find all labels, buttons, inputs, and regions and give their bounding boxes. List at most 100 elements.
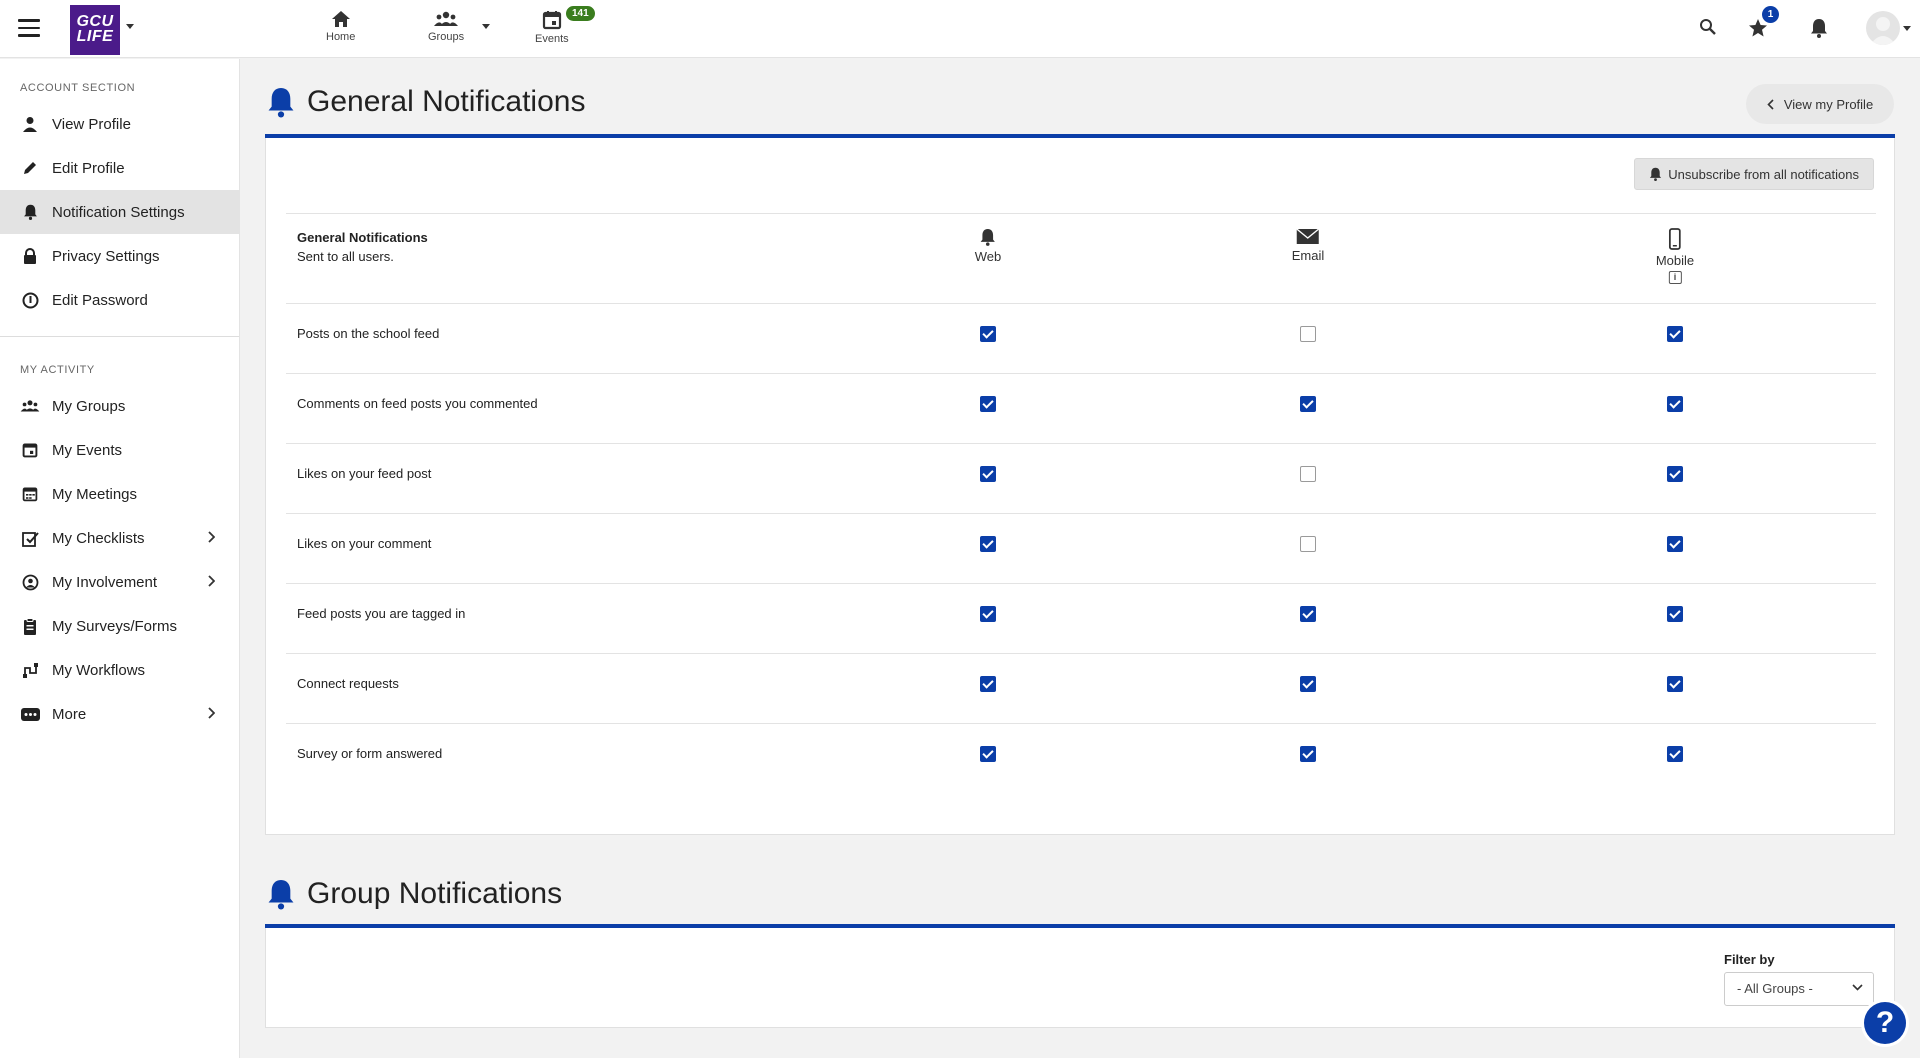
column-email: Email [1292,228,1324,263]
sidebar-item-my-meetings[interactable]: My Meetings [0,472,239,516]
favorites-star-icon[interactable] [1748,18,1768,43]
sidebar-item-label: My Groups [52,397,126,415]
calendar-icon [542,11,561,30]
notification-rows: Posts on the school feed Comments on feed… [286,303,1876,793]
sidebar-item-privacy-settings[interactable]: Privacy Settings [0,234,239,278]
sidebar-item-more[interactable]: More [0,692,239,736]
group-filter-value: - All Groups - [1737,981,1813,996]
web-checkbox[interactable] [980,396,996,412]
groups-caret-down-icon[interactable] [482,24,490,29]
nav-home[interactable]: Home [326,10,355,43]
sidebar-item-label: Privacy Settings [52,247,160,265]
activity-section-title: MY ACTIVITY [20,364,95,376]
nav-events-label: Events [535,33,569,45]
sidebar-item-my-surveys-forms[interactable]: My Surveys/Forms [0,604,239,648]
home-icon [331,11,350,27]
notifications-table: General Notifications Sent to all users.… [286,213,1876,793]
column-mobile: Mobile i [1656,228,1694,284]
table-row: Connect requests [286,653,1876,723]
web-checkbox[interactable] [980,606,996,622]
user-avatar[interactable] [1866,11,1900,45]
sidebar-item-label: My Checklists [52,529,145,547]
sidebar-item-my-involvement[interactable]: My Involvement [0,560,239,604]
web-checkbox[interactable] [980,676,996,692]
notifications-bell-icon[interactable] [1810,18,1828,43]
group-notifications-card [265,928,1895,1028]
mobile-checkbox[interactable] [1667,396,1683,412]
avatar-placeholder-icon [1870,17,1896,45]
web-checkbox[interactable] [980,326,996,342]
chevron-right-icon [208,707,215,719]
table-row: Likes on your feed post [286,443,1876,513]
table-header-label: General Notifications Sent to all users. [297,230,428,264]
email-checkbox[interactable] [1300,326,1316,342]
mobile-checkbox[interactable] [1667,466,1683,482]
sidebar: ACCOUNT SECTION View Profile Edit Profil… [0,59,240,1058]
mobile-phone-icon [1669,228,1681,250]
email-checkbox[interactable] [1300,396,1316,412]
web-checkbox[interactable] [980,746,996,762]
chevron-right-icon [208,531,215,543]
email-checkbox[interactable] [1300,536,1316,552]
mobile-checkbox[interactable] [1667,326,1683,342]
mobile-checkbox[interactable] [1667,606,1683,622]
view-my-profile-button[interactable]: View my Profile [1746,84,1894,124]
view-my-profile-label: View my Profile [1783,96,1874,112]
help-button[interactable]: ? [1864,1002,1906,1044]
sidebar-item-view-profile[interactable]: View Profile [0,102,239,146]
sidebar-item-my-checklists[interactable]: My Checklists [0,516,239,560]
web-checkbox[interactable] [980,466,996,482]
notification-type-label: Likes on your comment [297,536,432,551]
sidebar-item-my-events[interactable]: My Events [0,428,239,472]
more-icon [20,704,40,724]
sidebar-divider [0,336,239,337]
table-row: Survey or form answered [286,723,1876,793]
nav-home-label: Home [326,31,356,43]
clipboard-icon [20,616,40,636]
sidebar-item-label: More [52,705,87,723]
pencil-icon [20,158,40,178]
group-filter-select[interactable]: - All Groups - [1724,972,1874,1006]
sidebar-item-label: My Events [52,441,123,459]
unsubscribe-all-label: Unsubscribe from all notifications [1668,166,1859,182]
nav-groups-label: Groups [428,31,465,43]
sidebar-item-my-groups[interactable]: My Groups [0,384,239,428]
sidebar-item-label: My Meetings [52,485,138,503]
web-checkbox[interactable] [980,536,996,552]
table-row: Likes on your comment [286,513,1876,583]
email-checkbox[interactable] [1300,746,1316,762]
nav-groups[interactable]: Groups [428,10,464,43]
email-checkbox[interactable] [1300,466,1316,482]
table-title: General Notifications [297,230,428,245]
general-notifications-heading: General Notifications [267,85,585,119]
search-icon[interactable] [1699,18,1717,41]
email-checkbox[interactable] [1300,606,1316,622]
nav-events[interactable]: Events [535,10,569,45]
calendar-icon [20,440,40,460]
avatar-caret-down-icon[interactable] [1903,26,1911,31]
mobile-info-icon[interactable]: i [1668,271,1682,284]
logo-caret-down-icon[interactable] [126,24,134,29]
mobile-checkbox[interactable] [1667,746,1683,762]
sidebar-item-edit-profile[interactable]: Edit Profile [0,146,239,190]
table-row: Posts on the school feed [286,303,1876,373]
mobile-checkbox[interactable] [1667,676,1683,692]
column-web-label: Web [974,249,1002,264]
sidebar-item-my-workflows[interactable]: My Workflows [0,648,239,692]
page-title: General Notifications [307,85,586,118]
sidebar-item-notification-settings[interactable]: Notification Settings [0,190,239,234]
checklist-icon [20,528,40,548]
sidebar-item-label: My Involvement [52,573,158,591]
table-row: Feed posts you are tagged in [286,583,1876,653]
sidebar-item-label: View Profile [52,115,131,133]
lock-icon [20,246,40,266]
unsubscribe-all-button[interactable]: Unsubscribe from all notifications [1634,158,1874,190]
general-notifications-card: Unsubscribe from all notifications Gener… [265,138,1895,835]
notification-type-label: Survey or form answered [297,746,443,761]
mobile-checkbox[interactable] [1667,536,1683,552]
email-checkbox[interactable] [1300,676,1316,692]
hamburger-menu-icon[interactable] [18,19,40,37]
sidebar-item-label: My Surveys/Forms [52,617,178,635]
sidebar-item-edit-password[interactable]: Edit Password [0,278,239,322]
gcu-life-logo[interactable]: GCU LIFE [70,5,120,55]
